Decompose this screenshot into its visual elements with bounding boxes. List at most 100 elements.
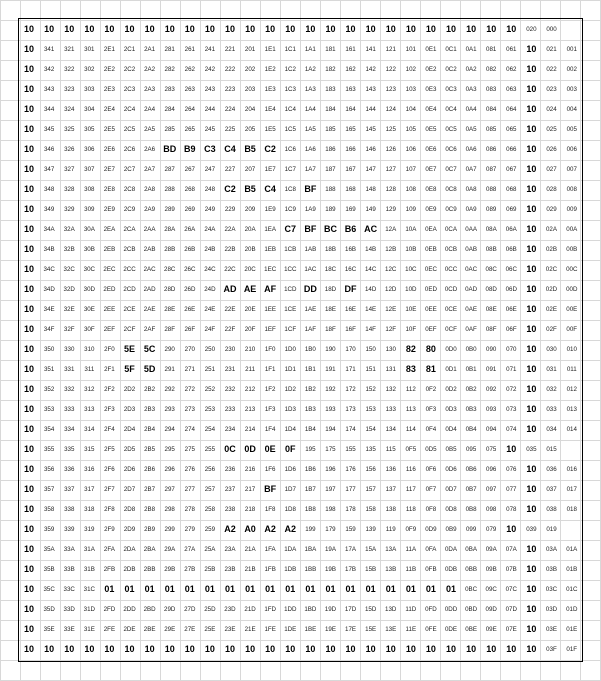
code-cell: 15E (365, 625, 377, 633)
code-cell: 147 (365, 165, 376, 173)
code-cell: 0AD (465, 285, 478, 293)
code-cell: 26B (184, 245, 196, 253)
code-cell: 154 (365, 425, 376, 433)
code-cell: 2FA (103, 545, 115, 553)
code-cell: 1B8 (304, 505, 316, 513)
code-cell: 297 (164, 485, 175, 493)
code-cell: 016 (566, 465, 577, 473)
code-cell: 306 (84, 145, 95, 153)
code-cell: 1D4 (284, 425, 296, 433)
code-cell: 20C (244, 265, 256, 273)
code-cell: 1A2 (304, 65, 316, 73)
code-cell: 293 (164, 405, 175, 413)
code-cell: 13D (385, 605, 397, 613)
code-cell: 01 (325, 584, 336, 594)
code-cell: 32C (63, 265, 75, 273)
code-cell: 18E (324, 305, 336, 313)
code-cell: 357 (43, 485, 55, 493)
code-cell: 0E9 (425, 205, 437, 213)
code-cell: 134 (385, 425, 396, 433)
code-cell: 229 (224, 205, 236, 213)
code-cell: 352 (43, 385, 55, 393)
code-cell: 11E (405, 625, 417, 633)
code-cell: 099 (465, 525, 477, 533)
code-cell: 287 (164, 165, 175, 173)
code-cell: 2E2 (103, 65, 115, 73)
code-cell: 2B6 (144, 465, 156, 473)
code-cell: 1B1 (304, 365, 316, 373)
code-cell: 1DD (284, 605, 297, 613)
code-cell: 10 (24, 84, 35, 94)
code-cell: 321 (64, 45, 75, 53)
code-cell: 18C (324, 265, 337, 273)
code-cell: 2C1 (123, 45, 136, 53)
code-cell: 10 (506, 524, 517, 534)
code-cell: 0BC (465, 585, 478, 593)
code-cell: 267 (184, 165, 195, 173)
code-cell: 10 (526, 624, 537, 634)
code-cell: 10 (204, 24, 215, 34)
code-cell: 01 (285, 584, 296, 594)
code-cell: 31E (83, 625, 95, 633)
code-cell: 2F0 (104, 345, 115, 353)
code-cell: 2EB (103, 245, 116, 253)
code-cell: 019 (546, 525, 557, 533)
code-cell: 197 (325, 485, 336, 493)
code-cell: 311 (84, 365, 95, 373)
code-cell: 82 (405, 344, 416, 354)
code-cell: 238 (224, 505, 236, 513)
code-cell: 1D1 (284, 365, 296, 373)
code-cell: 158 (365, 505, 376, 513)
code-cell: 294 (164, 425, 175, 433)
code-cell: 0AF (465, 325, 477, 333)
code-cell: 21D (244, 605, 256, 613)
code-cell: 0AE (465, 305, 477, 313)
code-cell: 13E (385, 625, 397, 633)
code-cell: 10 (526, 544, 537, 554)
code-cell: 315 (84, 445, 95, 453)
code-cell: 358 (43, 505, 55, 513)
code-cell: 0FA (425, 545, 437, 553)
code-cell: 10 (506, 444, 517, 454)
code-cell: 2CC (123, 265, 136, 273)
code-cell: 81 (425, 364, 436, 374)
code-cell: 138 (385, 505, 396, 513)
code-cell: 01 (144, 584, 155, 594)
code-cell: 107 (405, 165, 416, 173)
code-cell: 086 (486, 145, 497, 153)
code-cell: 005 (566, 125, 577, 133)
code-cell: 161 (345, 45, 356, 53)
code-cell: 317 (84, 485, 95, 493)
code-cell: 30F (83, 325, 95, 333)
code-cell: 03B (545, 565, 557, 573)
code-cell: 18D (324, 285, 337, 293)
code-cell: DD (303, 284, 317, 294)
code-cell: 255 (204, 445, 216, 453)
code-cell: 188 (325, 185, 336, 193)
code-cell: 1F1 (264, 365, 276, 373)
code-cell: 30E (83, 305, 95, 313)
code-cell: 2F1 (104, 365, 115, 373)
code-cell: 0D0 (445, 345, 457, 353)
code-cell: 10 (446, 24, 457, 34)
code-cell: 274 (184, 425, 195, 433)
code-cell: 26E (184, 305, 196, 313)
table-row: 10 34F 32F 30F 2EF 2CF 2AF 28F 26F 24F 22F 20F 1EF 1C… (19, 319, 582, 339)
code-cell: 12E (385, 305, 397, 313)
code-cell: 11D (405, 605, 417, 613)
code-cell: 0CD (444, 285, 458, 293)
code-cell: 2CF (123, 325, 136, 333)
code-cell: 026 (546, 145, 557, 153)
code-cell: 1D6 (284, 465, 296, 473)
code-cell: 34F (43, 325, 55, 333)
code-cell: 2EC (103, 265, 116, 273)
code-cell: 10 (526, 104, 537, 114)
code-cell: 11B (405, 565, 417, 573)
code-cell: 162 (345, 65, 356, 73)
code-cell: 172 (345, 385, 356, 393)
code-cell: 01B (566, 565, 578, 573)
code-cell: 021 (546, 45, 557, 53)
code-cell: 13A (385, 545, 397, 553)
code-cell: 28D (164, 285, 176, 293)
code-cell: 16C (344, 265, 357, 273)
